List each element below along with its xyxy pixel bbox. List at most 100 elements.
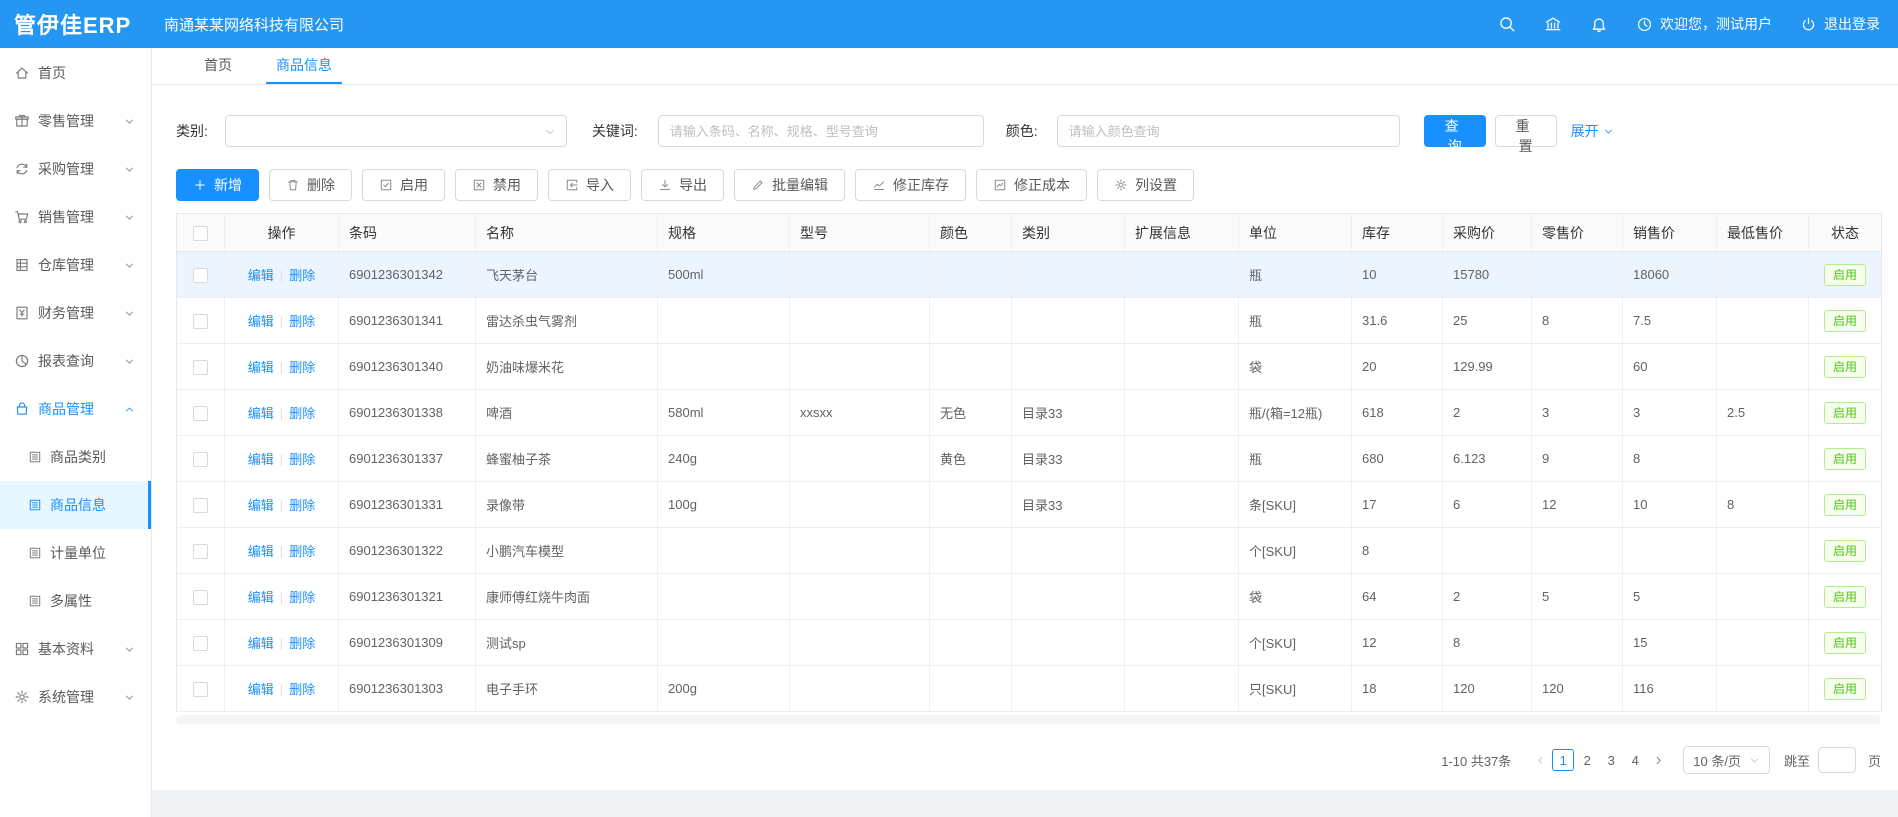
row-checkbox[interactable]: [193, 544, 208, 559]
reset-button[interactable]: 重置: [1495, 115, 1557, 147]
delete-link[interactable]: 删除: [289, 544, 315, 559]
horizontal-scrollbar[interactable]: [176, 715, 1881, 724]
page-number-1[interactable]: 1: [1552, 749, 1574, 771]
cell-purchase: 6.123: [1443, 436, 1532, 482]
cell-purchase: 15780: [1443, 252, 1532, 298]
delete-link[interactable]: 删除: [289, 498, 315, 513]
delete-link[interactable]: 删除: [289, 590, 315, 605]
row-checkbox[interactable]: [193, 268, 208, 283]
jump-to-input[interactable]: [1818, 747, 1856, 773]
color-input[interactable]: [1057, 115, 1400, 147]
bell-icon[interactable]: [1590, 15, 1608, 33]
page-size-select[interactable]: 10 条/页: [1683, 746, 1770, 774]
delete-link[interactable]: 删除: [289, 360, 315, 375]
page-number-3[interactable]: 3: [1600, 749, 1622, 771]
row-checkbox[interactable]: [193, 682, 208, 697]
import-button[interactable]: 导入: [548, 169, 631, 201]
row-checkbox[interactable]: [193, 406, 208, 421]
cell-name: 飞天茅台: [476, 252, 658, 298]
edit-icon: [751, 178, 765, 192]
sidebar-item-goods-category[interactable]: 商品类别: [0, 433, 151, 481]
cell-name: 雷达杀虫气雾剂: [476, 298, 658, 344]
edit-link[interactable]: 编辑: [248, 268, 274, 283]
search-button[interactable]: 查询: [1424, 115, 1486, 147]
edit-link[interactable]: 编辑: [248, 498, 274, 513]
clock-icon: [1636, 16, 1653, 33]
edit-link[interactable]: 编辑: [248, 682, 274, 697]
row-checkbox[interactable]: [193, 498, 208, 513]
sidebar-item-goods[interactable]: 商品管理: [0, 385, 151, 433]
sidebar-item-purchase[interactable]: 采购管理: [0, 145, 151, 193]
sidebar-item-basic-data[interactable]: 基本资料: [0, 625, 151, 673]
sidebar-item-multi-attribute[interactable]: 多属性: [0, 577, 151, 625]
sidebar-item-goods-info[interactable]: 商品信息: [0, 481, 151, 529]
sidebar-item-home[interactable]: 首页: [0, 49, 151, 97]
cell-purchase: 25: [1443, 298, 1532, 344]
enable-button[interactable]: 启用: [362, 169, 445, 201]
sidebar-item-label: 商品管理: [38, 399, 94, 419]
row-checkbox-cell: [177, 344, 225, 390]
sidebar-item-system[interactable]: 系统管理: [0, 673, 151, 721]
next-page-button[interactable]: [1647, 749, 1669, 771]
sidebar-item-label: 基本资料: [38, 639, 94, 659]
status-badge: 启用: [1824, 448, 1866, 470]
batch-edit-button[interactable]: 批量编辑: [734, 169, 845, 201]
sidebar-item-warehouse[interactable]: 仓库管理: [0, 241, 151, 289]
delete-link[interactable]: 删除: [289, 268, 315, 283]
row-checkbox-cell: [177, 482, 225, 528]
category-select[interactable]: [225, 115, 567, 147]
edit-link[interactable]: 编辑: [248, 360, 274, 375]
search-icon[interactable]: [1498, 15, 1516, 33]
export-button[interactable]: 导出: [641, 169, 724, 201]
welcome-user[interactable]: 欢迎您，测试用户: [1636, 14, 1772, 34]
logout-button[interactable]: 退出登录: [1800, 14, 1880, 34]
cell-spec: 200g: [658, 666, 790, 712]
edit-link[interactable]: 编辑: [248, 544, 274, 559]
cell-name: 康师傅红烧牛肉面: [476, 574, 658, 620]
cell-unit: 只[SKU]: [1239, 666, 1352, 712]
cell-min: [1717, 574, 1809, 620]
delete-link[interactable]: 删除: [289, 314, 315, 329]
edit-link[interactable]: 编辑: [248, 452, 274, 467]
row-checkbox[interactable]: [193, 452, 208, 467]
sidebar-item-retail[interactable]: 零售管理: [0, 97, 151, 145]
page-number-2[interactable]: 2: [1576, 749, 1598, 771]
sidebar-item-report[interactable]: 报表查询: [0, 337, 151, 385]
row-checkbox[interactable]: [193, 360, 208, 375]
add-button[interactable]: 新增: [176, 169, 259, 201]
fix-cost-button[interactable]: 修正成本: [976, 169, 1087, 201]
row-checkbox[interactable]: [193, 590, 208, 605]
expand-link[interactable]: 展开: [1571, 121, 1614, 141]
row-checkbox[interactable]: [193, 314, 208, 329]
delete-link[interactable]: 删除: [289, 452, 315, 467]
edit-link[interactable]: 编辑: [248, 636, 274, 651]
cell-barcode: 6901236301342: [339, 252, 476, 298]
select-all-checkbox[interactable]: [193, 226, 208, 241]
fix-stock-button[interactable]: 修正库存: [855, 169, 966, 201]
cell-min: 8: [1717, 482, 1809, 528]
delete-link[interactable]: 删除: [289, 682, 315, 697]
cell-color: 无色: [930, 390, 1012, 436]
delete-button[interactable]: 删除: [269, 169, 352, 201]
cell-category: [1012, 298, 1125, 344]
prev-page-button[interactable]: [1529, 749, 1551, 771]
bank-icon[interactable]: [1544, 15, 1562, 33]
delete-link[interactable]: 删除: [289, 406, 315, 421]
edit-link[interactable]: 编辑: [248, 590, 274, 605]
table-body: 编辑|删除6901236301342飞天茅台500ml瓶101578018060…: [177, 252, 1882, 712]
delete-link[interactable]: 删除: [289, 636, 315, 651]
tab-home[interactable]: 首页: [194, 48, 242, 84]
keyword-input[interactable]: [658, 115, 984, 147]
tab-goods-info[interactable]: 商品信息: [266, 48, 342, 84]
edit-link[interactable]: 编辑: [248, 406, 274, 421]
page-number-4[interactable]: 4: [1624, 749, 1646, 771]
disable-button[interactable]: 禁用: [455, 169, 538, 201]
sidebar-item-sales[interactable]: 销售管理: [0, 193, 151, 241]
list-icon: [28, 546, 42, 560]
row-checkbox[interactable]: [193, 636, 208, 651]
edit-link[interactable]: 编辑: [248, 314, 274, 329]
sidebar-item-label: 首页: [38, 63, 66, 83]
sidebar-item-measure-unit[interactable]: 计量单位: [0, 529, 151, 577]
sidebar-item-finance[interactable]: 财务管理: [0, 289, 151, 337]
column-settings-button[interactable]: 列设置: [1097, 169, 1194, 201]
